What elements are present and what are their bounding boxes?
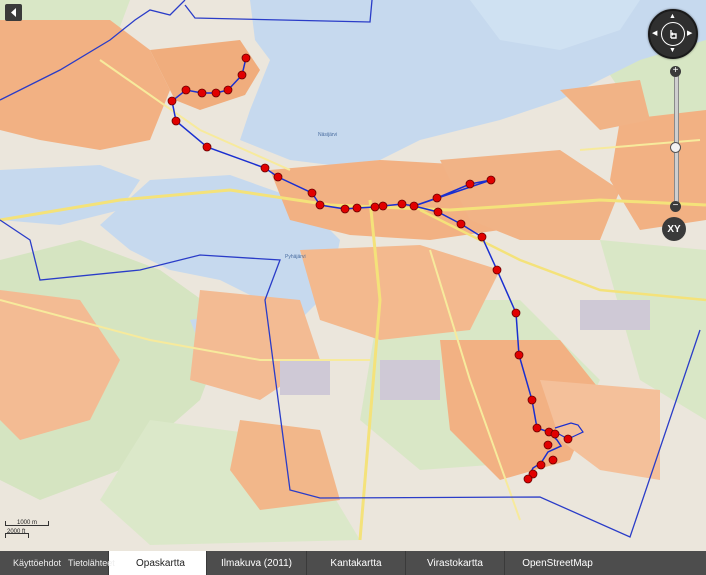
route-stop [352, 203, 362, 213]
route-stop [477, 232, 487, 242]
route-stop [548, 455, 558, 465]
pan-control[interactable]: ▲ ▼ ◀ ▶ [648, 9, 698, 59]
route-stop [241, 53, 251, 63]
tab-label: Ilmakuva (2011) [221, 557, 292, 569]
pan-left-button[interactable]: ◀ [652, 30, 657, 37]
route-stop [511, 308, 521, 318]
route-stop [492, 265, 502, 275]
zoom-slider-handle[interactable] [670, 142, 681, 153]
route-stop [273, 172, 283, 182]
scale-upper-label: 1000 m [17, 520, 38, 526]
map-canvas[interactable]: Näsijärvi Pyhäjärvi [0, 0, 706, 575]
route-stop [315, 200, 325, 210]
lake-label-pyhajarvi: Pyhäjärvi [285, 254, 306, 260]
route-stop [370, 202, 380, 212]
route-stop [237, 70, 247, 80]
route-stop [432, 193, 442, 203]
zoom-slider-track[interactable] [674, 69, 679, 209]
bottom-toolbar: Käyttöehdot Tietolähteet Opaskartta Ilma… [0, 551, 706, 575]
route-stop [171, 116, 181, 126]
scale-lower-label: 2000 ft [7, 529, 26, 535]
route-stop [202, 142, 212, 152]
pan-down-button[interactable]: ▼ [669, 47, 676, 54]
route-stop [378, 201, 388, 211]
route-stop [340, 204, 350, 214]
back-button[interactable] [5, 4, 22, 21]
route-stop [197, 88, 207, 98]
route-stop [563, 434, 573, 444]
route-stop [167, 96, 177, 106]
home-rotate-button[interactable] [661, 22, 685, 46]
route-stop [543, 440, 553, 450]
tab-virastokartta[interactable]: Virastokartta [405, 551, 504, 575]
route-stop [536, 460, 546, 470]
tab-label: Opaskartta [136, 557, 185, 569]
tab-label: Kantakartta [330, 557, 382, 569]
route-stop [397, 199, 407, 209]
route-stop [223, 85, 233, 95]
xy-coordinates-button[interactable]: XY [662, 217, 686, 241]
back-arrow-icon [10, 8, 16, 17]
terms-link[interactable]: Käyttöehdot [13, 558, 61, 568]
route-stop [260, 163, 270, 173]
route-stop [550, 429, 560, 439]
tab-opaskartta[interactable]: Opaskartta [108, 551, 206, 575]
pan-up-button[interactable]: ▲ [669, 13, 676, 20]
route-stop [486, 175, 496, 185]
footer-links: Käyttöehdot Tietolähteet [0, 551, 115, 575]
zoom-out-button[interactable]: − [670, 201, 681, 212]
tab-ilmakuva[interactable]: Ilmakuva (2011) [206, 551, 306, 575]
route-stop [532, 423, 542, 433]
route-stop [409, 201, 419, 211]
route-stop [307, 188, 317, 198]
sources-link[interactable]: Tietolähteet [68, 558, 115, 568]
route-stop [181, 85, 191, 95]
route-stop [527, 395, 537, 405]
lake-label-nasijarvi: Näsijärvi [318, 132, 337, 138]
route-stop [523, 474, 533, 484]
zoom-in-button[interactable]: + [670, 66, 681, 77]
tab-label: Virastokartta [427, 557, 483, 569]
route-stop [456, 219, 466, 229]
tab-kantakartta[interactable]: Kantakartta [306, 551, 405, 575]
route-stop [514, 350, 524, 360]
tab-openstreetmap[interactable]: OpenStreetMap [504, 551, 610, 575]
route-stop [433, 207, 443, 217]
route-stop [465, 179, 475, 189]
home-rotate-icon [670, 30, 677, 39]
pan-right-button[interactable]: ▶ [687, 30, 692, 37]
route-stop [211, 88, 221, 98]
tab-label: OpenStreetMap [522, 557, 593, 569]
